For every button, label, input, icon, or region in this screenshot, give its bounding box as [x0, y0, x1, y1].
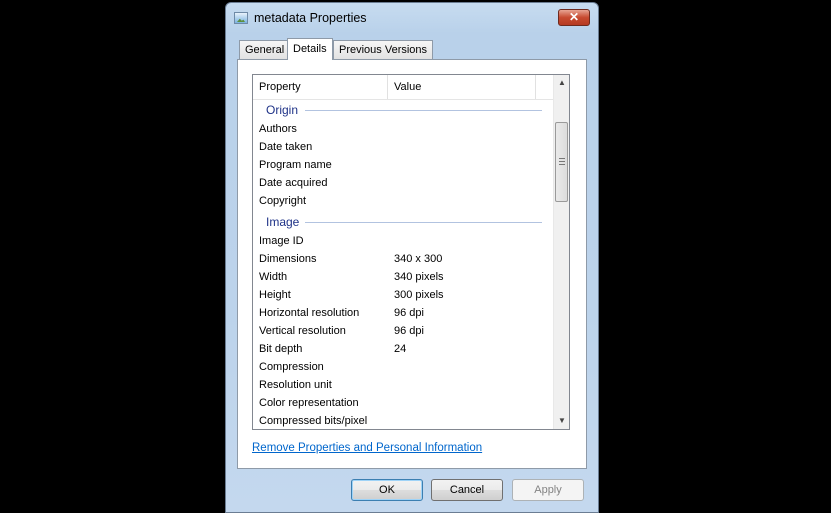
cancel-button[interactable]: Cancel [431, 479, 503, 501]
property-value: 24 [394, 343, 407, 355]
property-value: 340 pixels [394, 271, 444, 283]
property-name: Dimensions [259, 253, 317, 265]
close-button[interactable]: ✕ [558, 9, 590, 26]
scroll-thumb[interactable] [555, 122, 568, 202]
table-row[interactable]: Horizontal resolution 96 dpi [253, 305, 554, 323]
apply-button[interactable]: Apply [512, 479, 584, 501]
column-value[interactable]: Value [394, 81, 421, 93]
property-name: Horizontal resolution [259, 307, 360, 319]
table-row[interactable]: Color representation [253, 395, 554, 413]
property-name: Vertical resolution [259, 325, 346, 337]
table-row[interactable]: Width 340 pixels [253, 269, 554, 287]
table-row[interactable]: Date acquired [253, 175, 554, 193]
property-value: 96 dpi [394, 325, 424, 337]
property-name: Copyright [259, 195, 307, 207]
property-name: Date taken [259, 141, 313, 153]
property-name: Authors [259, 123, 297, 135]
table-row[interactable]: Vertical resolution 96 dpi [253, 323, 554, 341]
vertical-scrollbar[interactable]: ▲ ▼ [553, 75, 569, 429]
table-row[interactable]: Image ID [253, 233, 554, 251]
title-bar[interactable]: metadata Properties ✕ [226, 3, 598, 33]
remove-properties-link[interactable]: Remove Properties and Personal Informati… [252, 442, 482, 454]
window-title: metadata Properties [254, 11, 367, 25]
group-divider [305, 222, 542, 223]
grip-line [559, 164, 565, 165]
scroll-down-arrow-icon[interactable]: ▼ [554, 413, 569, 429]
property-name: Bit depth [259, 343, 303, 355]
group-header-image[interactable]: Image [253, 211, 554, 233]
list-rows: Origin Authors Date taken Program name D… [253, 99, 554, 429]
column-divider[interactable] [535, 75, 536, 99]
group-label: Origin [266, 103, 299, 117]
property-name: Date acquired [259, 177, 328, 189]
table-row[interactable]: Date taken [253, 139, 554, 157]
grip-line [559, 161, 565, 162]
property-value: 96 dpi [394, 307, 424, 319]
tab-general[interactable]: General [239, 40, 291, 59]
table-row[interactable]: Height 300 pixels [253, 287, 554, 305]
property-name: Program name [259, 159, 332, 171]
scroll-up-arrow-icon[interactable]: ▲ [554, 75, 569, 91]
property-name: Color representation [259, 397, 359, 409]
ok-button[interactable]: OK [351, 479, 423, 501]
column-property[interactable]: Property [259, 81, 301, 93]
property-name: Compression [259, 361, 324, 373]
table-row[interactable]: Compressed bits/pixel [253, 413, 554, 429]
details-panel: Property Value Origin Authors Date taken… [237, 59, 587, 469]
group-divider [305, 110, 542, 111]
grip-line [559, 158, 565, 159]
property-name: Height [259, 289, 291, 301]
tab-previous-versions[interactable]: Previous Versions [333, 40, 434, 59]
table-row[interactable]: Resolution unit [253, 377, 554, 395]
table-row[interactable]: Compression [253, 359, 554, 377]
column-header: Property Value [253, 75, 554, 100]
property-name: Resolution unit [259, 379, 332, 391]
property-value: 300 pixels [394, 289, 444, 301]
property-name: Image ID [259, 235, 304, 247]
table-row[interactable]: Authors [253, 121, 554, 139]
property-list[interactable]: Property Value Origin Authors Date taken… [252, 74, 570, 430]
column-divider[interactable] [387, 75, 388, 99]
property-value: 340 x 300 [394, 253, 443, 265]
image-file-icon [234, 12, 248, 24]
table-row[interactable]: Program name [253, 157, 554, 175]
properties-dialog: metadata Properties ✕ General Details Pr… [225, 2, 599, 513]
table-row[interactable]: Dimensions 340 x 300 [253, 251, 554, 269]
tab-details[interactable]: Details [287, 38, 333, 60]
group-header-origin[interactable]: Origin [253, 99, 554, 121]
property-name: Compressed bits/pixel [259, 415, 368, 427]
table-row[interactable]: Bit depth 24 [253, 341, 554, 359]
group-label: Image [266, 215, 300, 229]
property-name: Width [259, 271, 288, 283]
table-row[interactable]: Copyright [253, 193, 554, 211]
